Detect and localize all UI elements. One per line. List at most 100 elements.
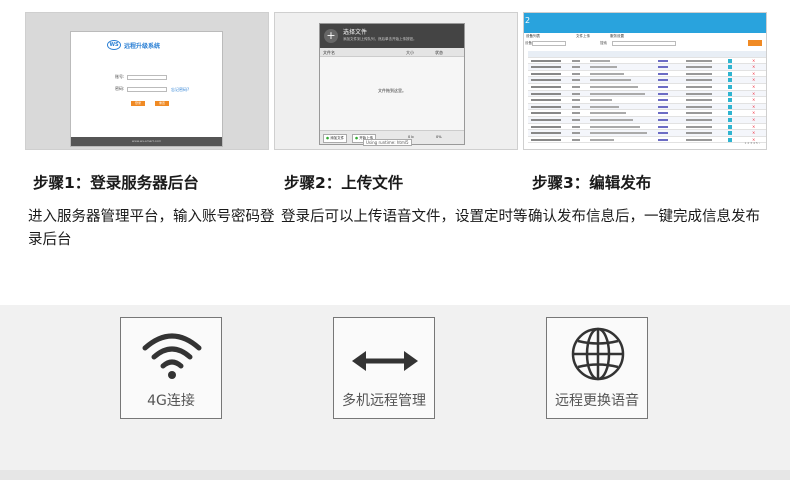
table-cell bbox=[686, 125, 712, 128]
table-header bbox=[528, 51, 766, 58]
table-cell bbox=[531, 99, 561, 102]
delete-icon[interactable]: × bbox=[752, 64, 755, 70]
table-cell bbox=[572, 138, 580, 141]
table-row[interactable]: × bbox=[528, 124, 766, 131]
status-checkbox[interactable] bbox=[728, 111, 732, 116]
status-checkbox[interactable] bbox=[728, 104, 732, 109]
table-row[interactable]: × bbox=[528, 77, 766, 84]
delete-icon[interactable]: × bbox=[752, 130, 755, 136]
upload-percent: 0% bbox=[436, 135, 442, 139]
login-logo: WS 远程升级系统 bbox=[107, 40, 160, 50]
status-checkbox[interactable] bbox=[728, 78, 732, 83]
table-cell bbox=[572, 118, 580, 121]
delete-icon[interactable]: × bbox=[752, 104, 755, 110]
table-row[interactable]: × bbox=[528, 90, 766, 98]
table-cell bbox=[590, 112, 626, 115]
table-cell bbox=[590, 79, 631, 82]
step2-description: 登录后可以上传语音文件，设置定时等 bbox=[281, 209, 528, 225]
table-row[interactable]: × bbox=[528, 64, 766, 71]
step3-description: 确认发布信息后，一键完成信息发布 bbox=[528, 209, 760, 225]
add-file-button[interactable]: ● 添加文件 bbox=[323, 134, 348, 143]
status-checkbox[interactable] bbox=[728, 58, 732, 63]
password-row: 密码: bbox=[115, 86, 168, 92]
table-row[interactable]: × bbox=[528, 116, 766, 124]
select-label: 设备 bbox=[525, 41, 532, 45]
delete-icon[interactable]: × bbox=[752, 58, 755, 64]
tab-devices[interactable]: 设备列表 bbox=[526, 34, 540, 39]
table-cell bbox=[572, 99, 580, 102]
table-row[interactable]: × bbox=[528, 110, 766, 117]
pagination[interactable]: 1 2 3 4 5 › bbox=[744, 141, 760, 145]
table-cell bbox=[590, 99, 612, 102]
delete-icon[interactable]: × bbox=[752, 97, 755, 103]
table-cell bbox=[531, 112, 561, 115]
publish-filter: 设备 搜索 bbox=[524, 40, 766, 48]
search-button[interactable] bbox=[748, 40, 762, 46]
wifi-icon bbox=[142, 333, 202, 379]
upload-columns: 文件名 大小 状态 bbox=[320, 48, 464, 57]
table-cell bbox=[686, 105, 712, 108]
upload-subtitle: 添加文件到上传队列，然后单击开始上传按钮。 bbox=[343, 37, 417, 41]
plus-icon: + bbox=[324, 29, 338, 43]
feature-remote-voice-label: 远程更换语音 bbox=[555, 393, 639, 409]
table-cell bbox=[590, 66, 617, 69]
tab-upload[interactable]: 文件上传 bbox=[576, 34, 590, 39]
login-button[interactable]: 登录 bbox=[131, 101, 145, 106]
step3-title: 步骤3：编辑发布 bbox=[532, 174, 652, 192]
table-cell bbox=[531, 59, 561, 62]
login-card: WS 远程升级系统 账号: 密码: 忘记密码? 登录 重置 www.ws-sma… bbox=[70, 31, 223, 147]
table-cell bbox=[686, 66, 712, 69]
table-cell bbox=[590, 59, 610, 62]
delete-icon[interactable]: × bbox=[752, 110, 755, 116]
status-checkbox[interactable] bbox=[728, 131, 732, 136]
search-label: 搜索 bbox=[600, 41, 607, 45]
forgot-password-link[interactable]: 忘记密码? bbox=[171, 87, 189, 93]
device-select[interactable] bbox=[532, 41, 566, 46]
table-cell bbox=[572, 72, 580, 75]
table-row[interactable]: × bbox=[528, 103, 766, 111]
delete-icon[interactable]: × bbox=[752, 124, 755, 130]
drop-zone-text[interactable]: 文件拖到这里。 bbox=[320, 88, 464, 94]
table-cell bbox=[686, 72, 712, 75]
logo-badge: WS bbox=[107, 40, 121, 50]
table-row[interactable]: × bbox=[528, 84, 766, 91]
double-arrow-icon bbox=[352, 351, 418, 371]
publish-logo: 2 bbox=[525, 16, 531, 25]
table-row[interactable]: × bbox=[528, 97, 766, 104]
table-cell bbox=[658, 72, 668, 75]
delete-icon[interactable]: × bbox=[752, 117, 755, 123]
status-checkbox[interactable] bbox=[728, 124, 732, 129]
delete-icon[interactable]: × bbox=[752, 77, 755, 83]
status-checkbox[interactable] bbox=[728, 71, 732, 76]
table-row[interactable]: × bbox=[528, 71, 766, 78]
table-cell bbox=[658, 125, 668, 128]
status-checkbox[interactable] bbox=[728, 84, 732, 89]
status-checkbox[interactable] bbox=[728, 98, 732, 103]
status-checkbox[interactable] bbox=[728, 117, 732, 122]
password-label: 密码: bbox=[115, 86, 125, 91]
login-footer: www.ws-smart.com bbox=[71, 137, 222, 146]
delete-icon[interactable]: × bbox=[752, 84, 755, 90]
table-row[interactable]: × bbox=[528, 130, 766, 137]
status-checkbox[interactable] bbox=[728, 65, 732, 70]
table-cell bbox=[658, 99, 668, 102]
username-field[interactable] bbox=[127, 74, 168, 80]
tab-settings[interactable]: 服务设置 bbox=[610, 34, 624, 39]
status-checkbox[interactable] bbox=[728, 137, 732, 142]
table-cell bbox=[686, 99, 712, 102]
search-input[interactable] bbox=[612, 41, 676, 46]
delete-icon[interactable]: × bbox=[752, 91, 755, 97]
delete-icon[interactable]: × bbox=[752, 71, 755, 77]
table-cell bbox=[590, 125, 640, 128]
upload-dialog: + 选择文件 添加文件到上传队列，然后单击开始上传按钮。 文件名 大小 状态 文… bbox=[319, 23, 465, 145]
feature-4g: 4G连接 bbox=[120, 317, 222, 419]
status-checkbox[interactable] bbox=[728, 91, 732, 96]
table-cell bbox=[572, 85, 580, 88]
reset-button[interactable]: 重置 bbox=[155, 101, 169, 106]
table-cell bbox=[590, 132, 647, 135]
table-cell bbox=[658, 112, 668, 115]
feature-remote-voice: 远程更换语音 bbox=[546, 317, 648, 419]
password-field[interactable] bbox=[127, 86, 168, 92]
table-row[interactable]: × bbox=[528, 137, 766, 144]
table-row[interactable]: × bbox=[528, 58, 766, 65]
